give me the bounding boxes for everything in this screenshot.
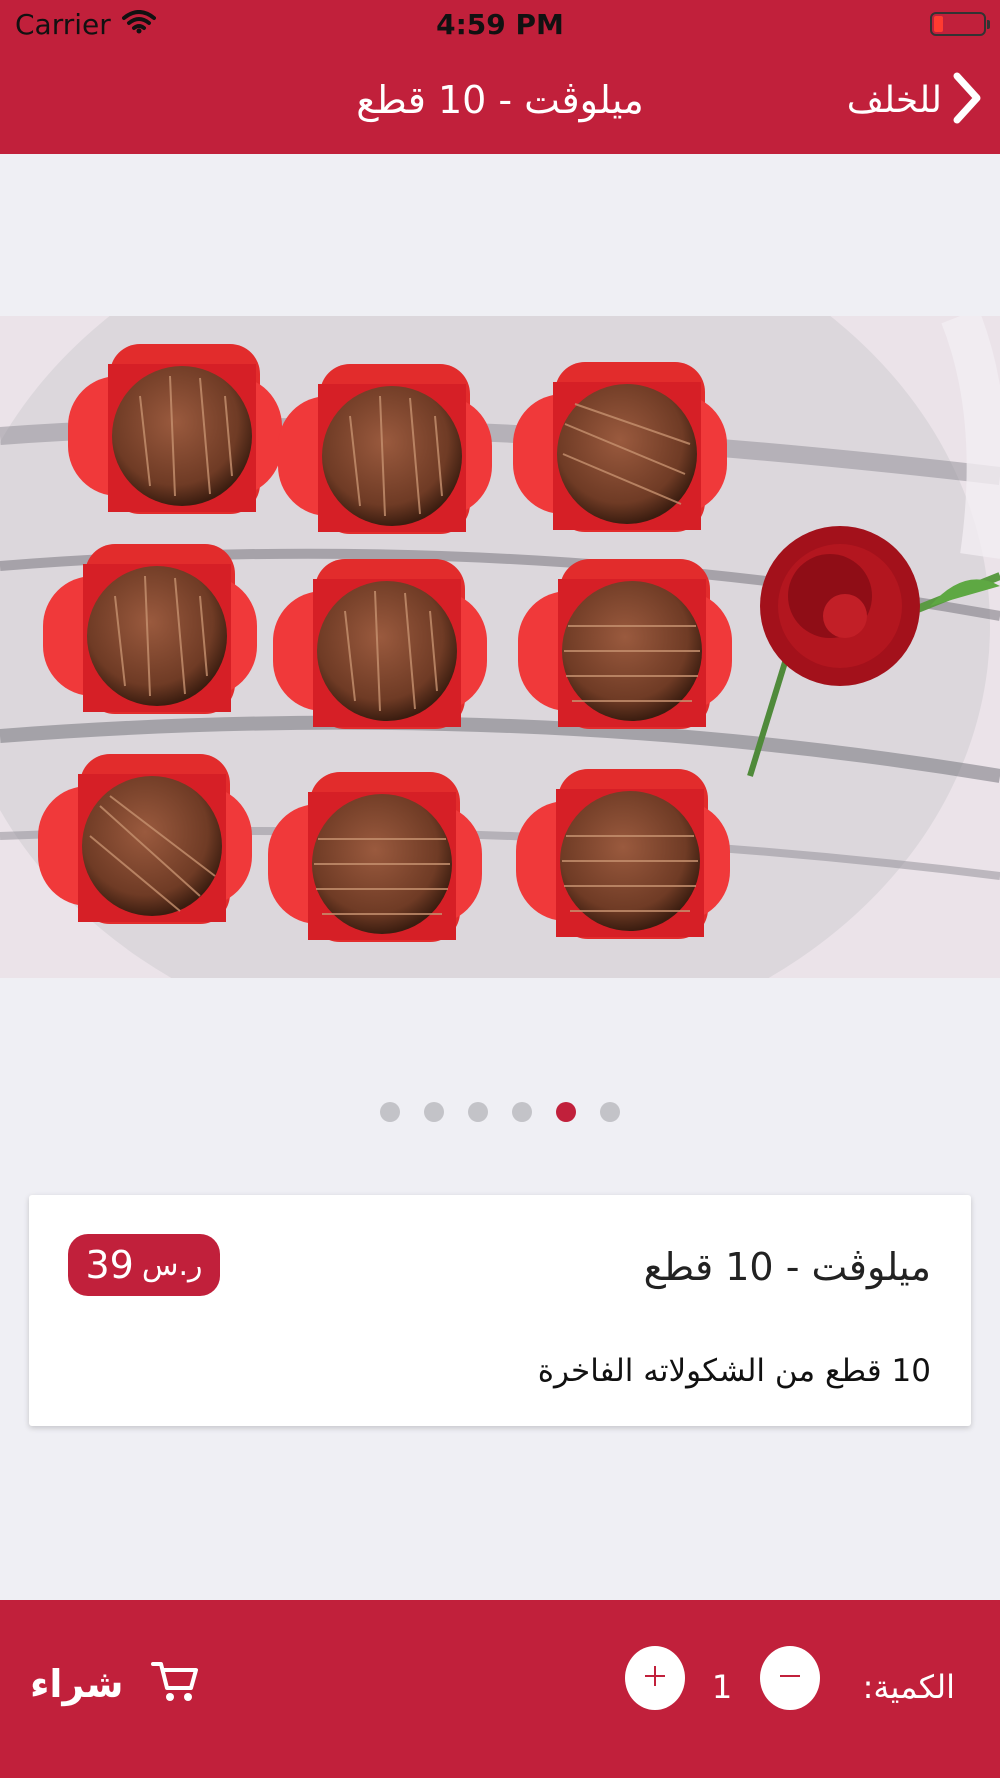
battery-icon: [930, 12, 990, 36]
page-dot-4[interactable]: [512, 1102, 532, 1122]
buy-label: شراء: [30, 1662, 124, 1706]
bottom-action-bar: شراء 1 الكمية:: [0, 1600, 1000, 1778]
back-button[interactable]: للخلف: [847, 72, 982, 128]
quantity-decrease-button[interactable]: [760, 1646, 820, 1710]
back-label: للخلف: [846, 79, 942, 121]
chocolate-photo: [0, 316, 1000, 978]
product-image[interactable]: [0, 316, 1000, 978]
nav-bar: ميلوڤت - 10 قطع للخلف: [0, 50, 1000, 154]
status-bar: Carrier 4:59 PM: [0, 0, 1000, 50]
price-currency: ر.س: [141, 1247, 203, 1283]
quantity-label: الكمية:: [862, 1668, 955, 1706]
price-badge: 39 ر.س: [68, 1234, 220, 1296]
page-dot-3[interactable]: [468, 1102, 488, 1122]
minus-icon: [778, 1664, 802, 1692]
chevron-right-icon: [952, 72, 982, 128]
page-dot-5-active[interactable]: [556, 1102, 576, 1122]
plus-icon: [643, 1664, 667, 1692]
gallery-pagination: [0, 1102, 1000, 1124]
quantity-value: 1: [711, 1668, 733, 1706]
quantity-increase-button[interactable]: [625, 1646, 685, 1710]
cart-icon: [151, 1660, 199, 1708]
clock: 4:59 PM: [436, 8, 564, 41]
page-dot-6[interactable]: [600, 1102, 620, 1122]
page-dot-1[interactable]: [380, 1102, 400, 1122]
product-description: 10 قطع من الشكولاته الفاخرة: [537, 1353, 931, 1389]
price-amount: 39: [85, 1243, 134, 1287]
buy-button[interactable]: شراء: [30, 1660, 199, 1708]
page-dot-2[interactable]: [424, 1102, 444, 1122]
product-card: ميلوڤت - 10 قطع 39 ر.س 10 قطع من الشكولا…: [29, 1195, 971, 1426]
product-name: ميلوڤت - 10 قطع: [643, 1245, 931, 1289]
